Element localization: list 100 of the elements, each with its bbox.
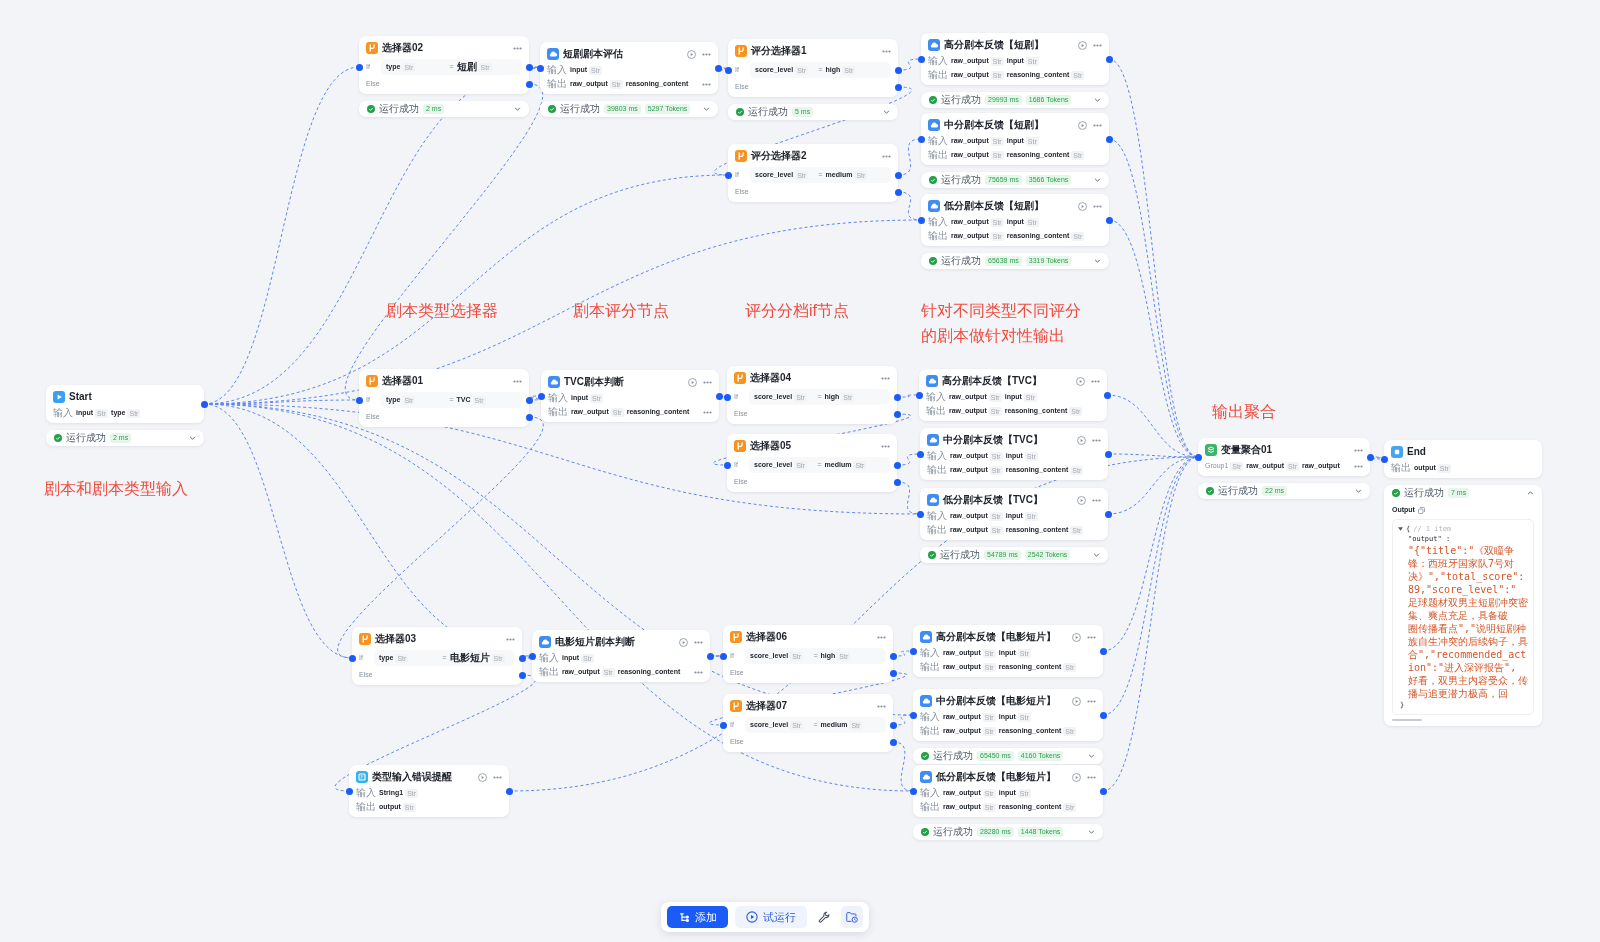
- port-icon[interactable]: [518, 671, 526, 679]
- port-icon[interactable]: [893, 393, 901, 401]
- port-icon[interactable]: [1104, 450, 1112, 458]
- port-icon[interactable]: [893, 410, 901, 418]
- port-icon[interactable]: [345, 787, 353, 795]
- port-icon[interactable]: [348, 654, 356, 662]
- port-icon[interactable]: [505, 787, 513, 795]
- io-label: 输出: [539, 666, 559, 678]
- more-icon[interactable]: [1093, 204, 1102, 208]
- port-icon[interactable]: [723, 461, 731, 469]
- more-icon[interactable]: [694, 640, 703, 644]
- port-icon[interactable]: [1105, 55, 1113, 63]
- port-icon[interactable]: [916, 450, 924, 458]
- port-icon[interactable]: [909, 787, 917, 795]
- port-icon[interactable]: [917, 135, 925, 143]
- more-icon[interactable]: [513, 379, 522, 383]
- chevron-down-icon[interactable]: [1094, 178, 1101, 182]
- more-icon[interactable]: [1354, 464, 1363, 468]
- more-icon[interactable]: [1093, 123, 1102, 127]
- port-icon[interactable]: [909, 711, 917, 719]
- chevron-down-icon[interactable]: [1355, 489, 1362, 493]
- chevron-down-icon[interactable]: [1088, 754, 1095, 758]
- port-icon[interactable]: [1099, 647, 1107, 655]
- json-string: 圈传播看点","说明短剧种族自生冲突的后续钩子，具: [1408, 623, 1528, 647]
- port-icon[interactable]: [1104, 510, 1112, 518]
- port-icon[interactable]: [889, 652, 897, 660]
- port-icon[interactable]: [355, 396, 363, 404]
- more-icon[interactable]: [694, 670, 703, 674]
- node-title: 选择器02: [382, 42, 425, 54]
- caret-down-icon[interactable]: [1398, 527, 1403, 531]
- io-label: 输入: [927, 510, 947, 522]
- port-icon[interactable]: [1105, 216, 1113, 224]
- port-icon[interactable]: [893, 478, 901, 486]
- port-icon[interactable]: [1194, 453, 1202, 461]
- more-icon[interactable]: [882, 49, 891, 53]
- port-icon[interactable]: [916, 510, 924, 518]
- more-icon[interactable]: [1091, 379, 1100, 383]
- chevron-down-icon[interactable]: [1093, 553, 1100, 557]
- port-icon[interactable]: [1099, 711, 1107, 719]
- chevron-down-icon[interactable]: [189, 436, 196, 440]
- more-icon[interactable]: [1092, 438, 1101, 442]
- port-icon[interactable]: [889, 669, 897, 677]
- cloud-icon: [920, 695, 932, 707]
- history-button[interactable]: [841, 906, 863, 928]
- more-icon[interactable]: [1354, 448, 1363, 452]
- more-icon[interactable]: [881, 376, 890, 380]
- io-label: 输入: [920, 647, 940, 659]
- port-icon[interactable]: [894, 66, 902, 74]
- chevron-down-icon[interactable]: [883, 110, 890, 114]
- more-icon[interactable]: [506, 637, 515, 641]
- more-icon[interactable]: [702, 52, 711, 56]
- more-icon[interactable]: [702, 82, 711, 86]
- chevron-down-icon[interactable]: [1094, 98, 1101, 102]
- add-button[interactable]: 添加: [667, 906, 728, 928]
- port-icon[interactable]: [1103, 391, 1111, 399]
- chevron-down-icon[interactable]: [1094, 259, 1101, 263]
- port-icon[interactable]: [1099, 787, 1107, 795]
- more-icon[interactable]: [703, 380, 712, 384]
- more-icon[interactable]: [1087, 635, 1096, 639]
- cloud-icon: [927, 494, 939, 506]
- port-icon[interactable]: [200, 400, 208, 408]
- chevron-down-icon[interactable]: [514, 107, 521, 111]
- node-title: 选择器06: [746, 631, 789, 643]
- branch-icon: [734, 372, 746, 384]
- chevron-down-icon[interactable]: [1088, 830, 1095, 834]
- port-icon[interactable]: [909, 647, 917, 655]
- port-icon[interactable]: [719, 721, 727, 729]
- port-icon[interactable]: [893, 461, 901, 469]
- scroll-bar[interactable]: [1392, 719, 1422, 721]
- more-icon[interactable]: [513, 46, 522, 50]
- more-icon[interactable]: [877, 635, 886, 639]
- port-icon[interactable]: [894, 171, 902, 179]
- more-icon[interactable]: [882, 154, 891, 158]
- test-run-button[interactable]: 试运行: [735, 906, 807, 928]
- port-icon[interactable]: [915, 391, 923, 399]
- chevron-down-icon[interactable]: [703, 107, 710, 111]
- more-icon[interactable]: [881, 444, 890, 448]
- io-label: 输入: [928, 216, 948, 228]
- more-icon[interactable]: [1087, 699, 1096, 703]
- more-icon[interactable]: [1093, 43, 1102, 47]
- more-icon[interactable]: [493, 775, 502, 779]
- port-icon[interactable]: [889, 721, 897, 729]
- io-label: 输入: [927, 450, 947, 462]
- port-icon[interactable]: [917, 55, 925, 63]
- port-icon[interactable]: [889, 738, 897, 746]
- more-icon[interactable]: [877, 704, 886, 708]
- more-icon[interactable]: [1092, 498, 1101, 502]
- chevron-up-icon[interactable]: [1527, 491, 1534, 495]
- port-icon[interactable]: [917, 216, 925, 224]
- more-icon[interactable]: [703, 410, 712, 414]
- more-icon[interactable]: [1087, 775, 1096, 779]
- port-icon[interactable]: [355, 63, 363, 71]
- port-icon[interactable]: [525, 413, 533, 421]
- io-label: 输出: [928, 69, 948, 81]
- node-title: 高分剧本反馈【短剧】: [944, 39, 1045, 51]
- port-icon[interactable]: [1105, 135, 1113, 143]
- io-label: 输出: [920, 725, 940, 737]
- port-icon[interactable]: [894, 83, 902, 91]
- port-icon[interactable]: [894, 188, 902, 196]
- port-icon[interactable]: [724, 171, 732, 179]
